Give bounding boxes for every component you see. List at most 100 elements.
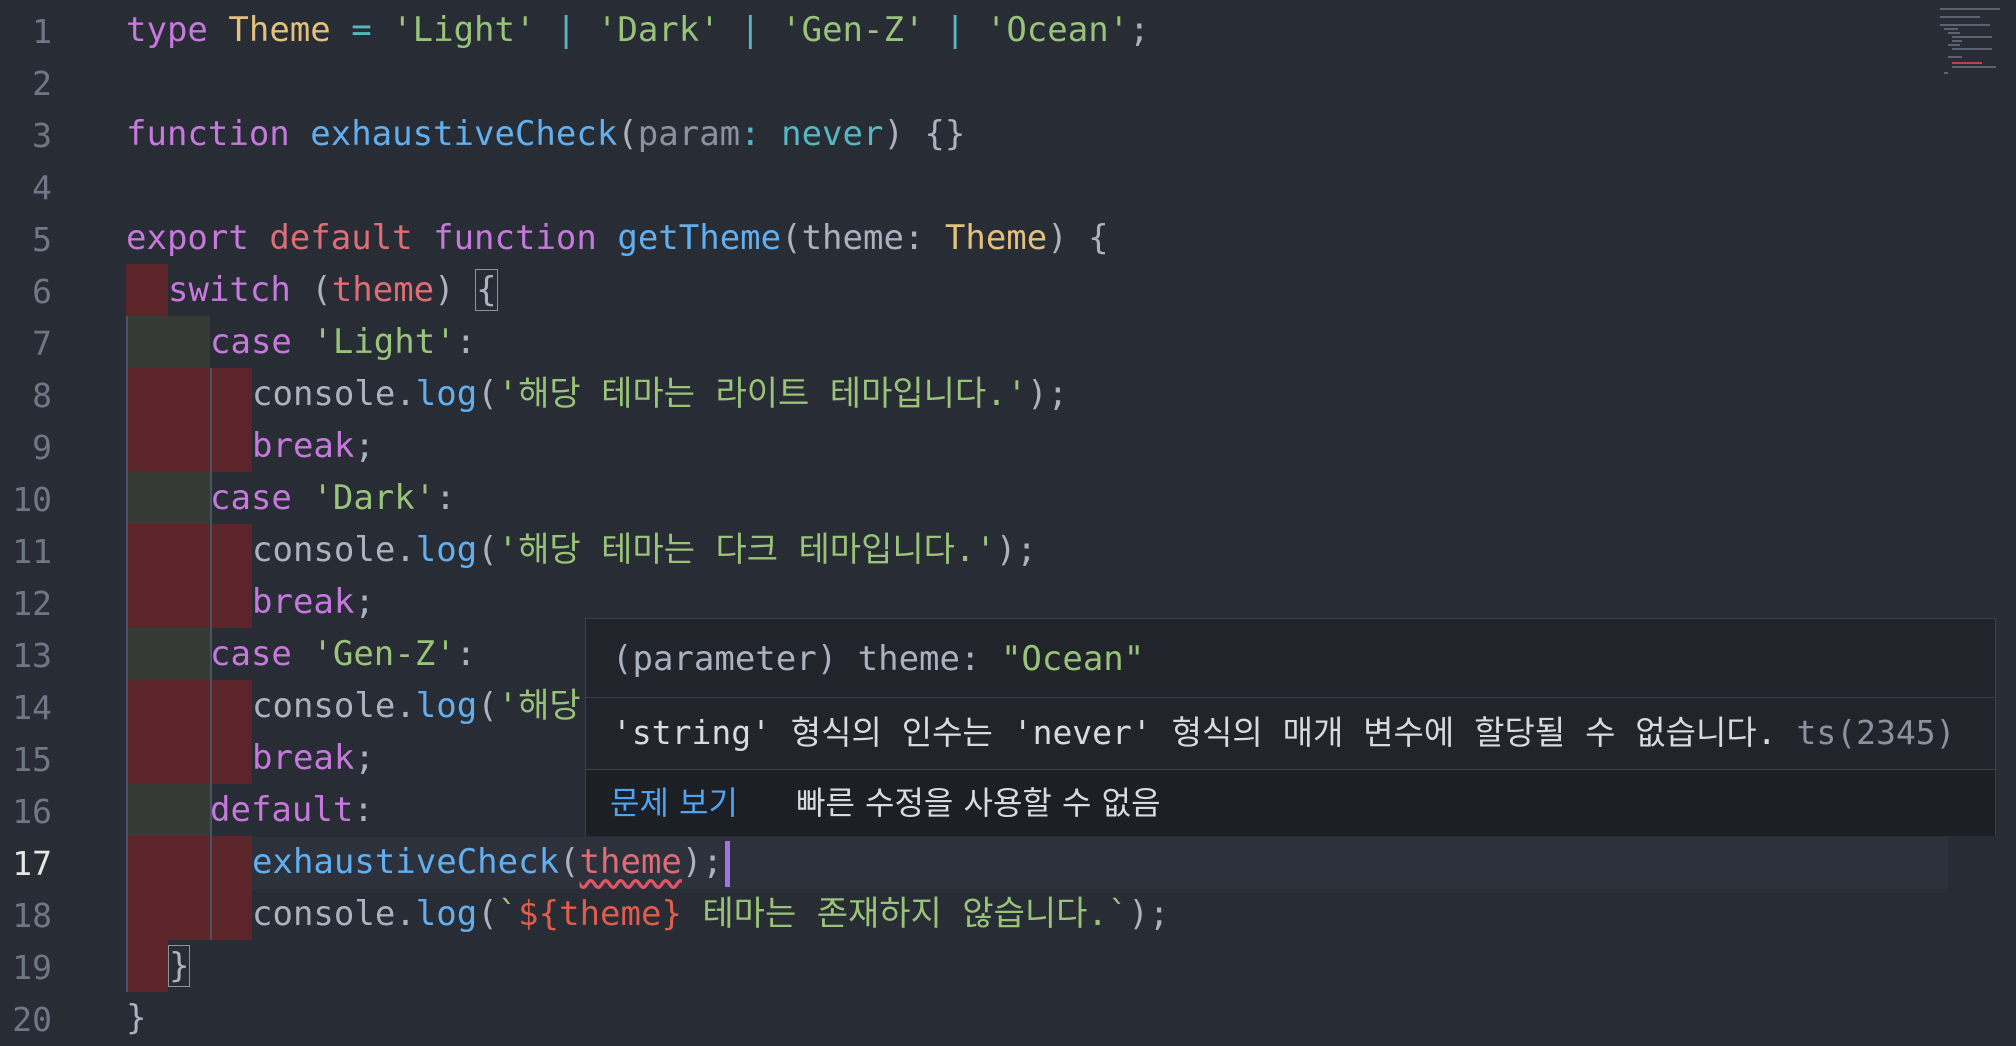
keyword-token: export — [126, 218, 249, 258]
code-line-16: default: — [210, 784, 374, 836]
line-number: 11 — [12, 532, 52, 571]
punct-token: ); — [681, 842, 723, 882]
code-line-17: exhaustiveCheck(theme); — [252, 836, 723, 888]
line-number: 8 — [32, 376, 52, 415]
type-token: Theme — [228, 10, 331, 50]
indent-marker — [126, 732, 252, 784]
keyword-token: default — [210, 790, 354, 830]
indent-marker — [126, 368, 252, 420]
string-token: '해당 — [497, 686, 581, 726]
matched-bracket: { — [475, 269, 498, 311]
punct-token: : — [435, 478, 456, 518]
line-number-active: 17 — [12, 844, 52, 883]
minimap-line — [1940, 24, 1990, 26]
string-token: 'Ocean' — [985, 10, 1130, 50]
line-number: 2 — [32, 64, 52, 103]
matched-bracket: } — [168, 945, 191, 987]
punct-token: ) {} — [883, 114, 966, 154]
keyword-token: function — [126, 114, 290, 154]
string-token: 'Dark' — [596, 10, 720, 50]
minimap-line — [1944, 28, 1958, 30]
object-token: console. — [252, 894, 416, 934]
keyword-token: default — [269, 218, 413, 258]
string-token: 테마는 존재하지 않습니다.` — [681, 894, 1129, 934]
code-line-15: break; — [252, 732, 375, 784]
code-line-10: case 'Dark': — [210, 472, 456, 524]
indent-marker — [126, 784, 210, 836]
line-number: 7 — [32, 324, 52, 363]
punct-token: ; — [354, 426, 375, 466]
hover-error-message: 'string' 형식의 인수는 'never' 형식의 매개 변수에 할당될 … — [612, 703, 1955, 763]
code-editor[interactable]: 1 2 3 4 5 6 7 8 9 10 11 12 13 14 15 16 1… — [0, 0, 2016, 1044]
string-token: 'Light' — [312, 322, 456, 362]
hover-signature-type: "Ocean" — [1000, 639, 1145, 679]
punct-token: ( — [617, 114, 638, 154]
indent-guide — [126, 316, 128, 992]
minimap-line — [1948, 56, 1962, 58]
text-cursor — [725, 841, 730, 887]
hover-tooltip: (parameter) theme: "Ocean" 'string' 형식의 … — [585, 618, 1996, 836]
line-number: 1 — [32, 12, 52, 51]
function-token: log — [415, 374, 478, 414]
punct-token: : — [353, 790, 374, 830]
string-token: 'Gen-Z' — [781, 10, 925, 50]
indent-marker — [126, 316, 210, 368]
minimap[interactable] — [1940, 6, 2008, 96]
minimap-line — [1940, 16, 1980, 18]
line-number: 3 — [32, 116, 52, 155]
operator-token: = — [330, 10, 393, 50]
line-number: 19 — [12, 948, 52, 987]
indent-marker — [126, 680, 252, 732]
punct-token: ); — [1027, 374, 1069, 414]
function-token: getTheme — [617, 218, 782, 258]
error-squiggle-token[interactable]: theme — [580, 842, 682, 882]
operator-token: : — [740, 114, 782, 154]
variable-token: theme — [331, 270, 435, 310]
code-line-5: export default function getTheme(theme: … — [126, 212, 1109, 264]
string-token: ` — [497, 894, 519, 934]
view-problem-link[interactable]: 문제 보기 — [610, 770, 738, 836]
minimap-line — [1948, 32, 1960, 34]
object-token: console. — [252, 374, 416, 414]
string-token: '해당 테마는 다크 테마입니다.' — [497, 530, 996, 570]
hover-signature-prefix: (parameter) theme: — [612, 639, 1001, 679]
hover-divider — [586, 697, 1995, 698]
type-token: never — [781, 114, 884, 154]
punct-token: ) { — [1047, 218, 1109, 258]
indent-marker — [126, 420, 252, 472]
no-quick-fix-label: 빠른 수정을 사용할 수 없음 — [796, 784, 1161, 822]
code-line-11: console.log('해당 테마는 다크 테마입니다.'); — [252, 524, 1037, 576]
code-line-6: switch (theme) { — [168, 264, 498, 316]
punct-token: ); — [995, 530, 1037, 570]
code-line-7: case 'Light': — [210, 316, 476, 368]
line-number: 4 — [32, 168, 52, 207]
code-line-13: case 'Gen-Z': — [210, 628, 476, 680]
indent-marker — [126, 628, 210, 680]
operator-token: | — [924, 10, 986, 50]
keyword-token: case — [210, 322, 292, 362]
line-number: 10 — [12, 480, 52, 519]
punct-token: ; — [354, 582, 375, 622]
minimap-line — [1948, 44, 1960, 46]
punct-token: ); — [1128, 894, 1170, 934]
minimap-line — [1952, 48, 1992, 50]
indent-marker — [126, 576, 252, 628]
punct-token: : — [455, 322, 477, 362]
code-line-18: console.log(`${theme} 테마는 존재하지 않습니다.`); — [252, 888, 1169, 940]
string-token: '해당 테마는 라이트 테마입니다.' — [497, 374, 1028, 414]
punct-token: ( — [477, 686, 498, 726]
template-expression-token: ${theme} — [518, 894, 682, 934]
minimap-line — [1952, 40, 1962, 42]
line-number: 9 — [32, 428, 52, 467]
minimap-error-line — [1952, 62, 1982, 64]
param-token: param — [637, 114, 741, 154]
line-number: 15 — [12, 740, 52, 779]
hover-error-code: ts(2345) — [1796, 713, 1956, 752]
keyword-token: switch — [168, 270, 291, 310]
function-token: log — [415, 894, 478, 934]
